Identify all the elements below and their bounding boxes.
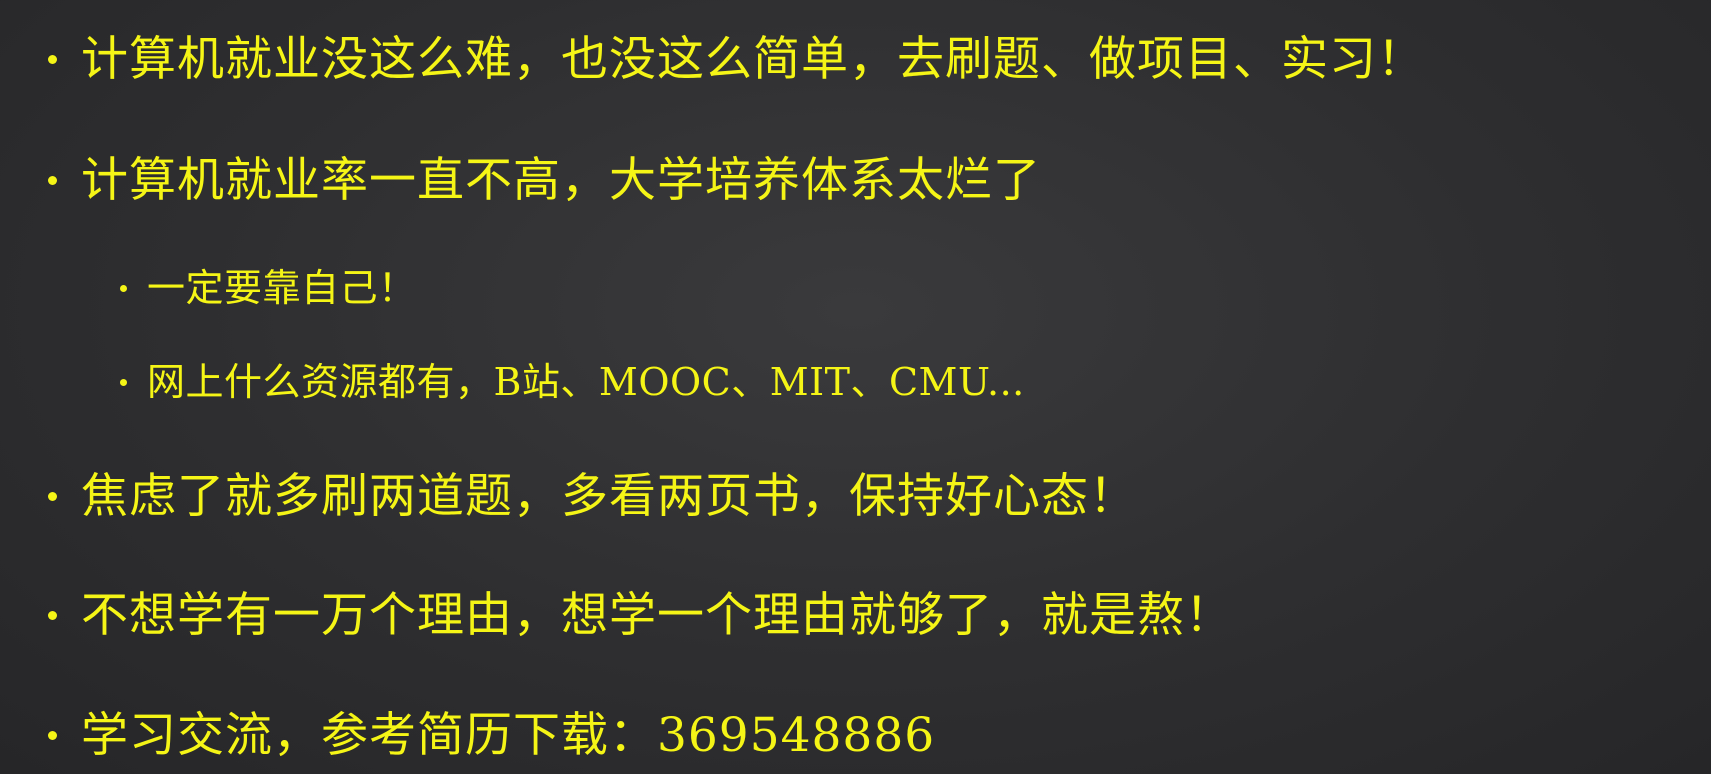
bullet-text: 不想学有一万个理由，想学一个理由就够了，就是熬！ [81, 588, 1233, 643]
bullet-item: 焦虑了就多刷两道题，多看两页书，保持好心态！ [48, 473, 1137, 520]
bullet-item: 学习交流，参考简历下载：369548886 [48, 712, 935, 759]
bullet-text: 计算机就业率一直不高，大学培养体系太烂了 [81, 153, 1041, 208]
sub-bullet-item: 一定要靠自己！ [120, 269, 417, 307]
bullet-text: 学习交流，参考简历下载：369548886 [81, 708, 936, 763]
bullet-dot [120, 284, 127, 292]
slide: 计算机就业没这么难，也没这么简单，去刷题、做项目、实习！ 计算机就业率一直不高，… [0, 0, 1711, 774]
bullet-dot [48, 611, 57, 620]
bullet-dot [48, 55, 57, 64]
bullet-dot [48, 492, 57, 501]
sub-bullet-item: 网上什么资源都有，B站、MOOC、MIT、CMU... [120, 363, 1025, 401]
bullet-text: 网上什么资源都有，B站、MOOC、MIT、CMU... [147, 360, 1025, 404]
bullet-item: 不想学有一万个理由，想学一个理由就够了，就是熬！ [48, 592, 1233, 639]
bullet-text: 焦虑了就多刷两道题，多看两页书，保持好心态！ [81, 469, 1137, 524]
bullet-dot [48, 731, 57, 740]
bullet-text: 计算机就业没这么难，也没这么简单，去刷题、做项目、实习！ [81, 32, 1425, 87]
bullet-item: 计算机就业率一直不高，大学培养体系太烂了 [48, 157, 1041, 204]
bullet-dot [120, 378, 127, 386]
bullet-dot [48, 176, 57, 185]
bullet-item: 计算机就业没这么难，也没这么简单，去刷题、做项目、实习！ [48, 36, 1425, 83]
bullet-text: 一定要靠自己！ [147, 266, 417, 310]
